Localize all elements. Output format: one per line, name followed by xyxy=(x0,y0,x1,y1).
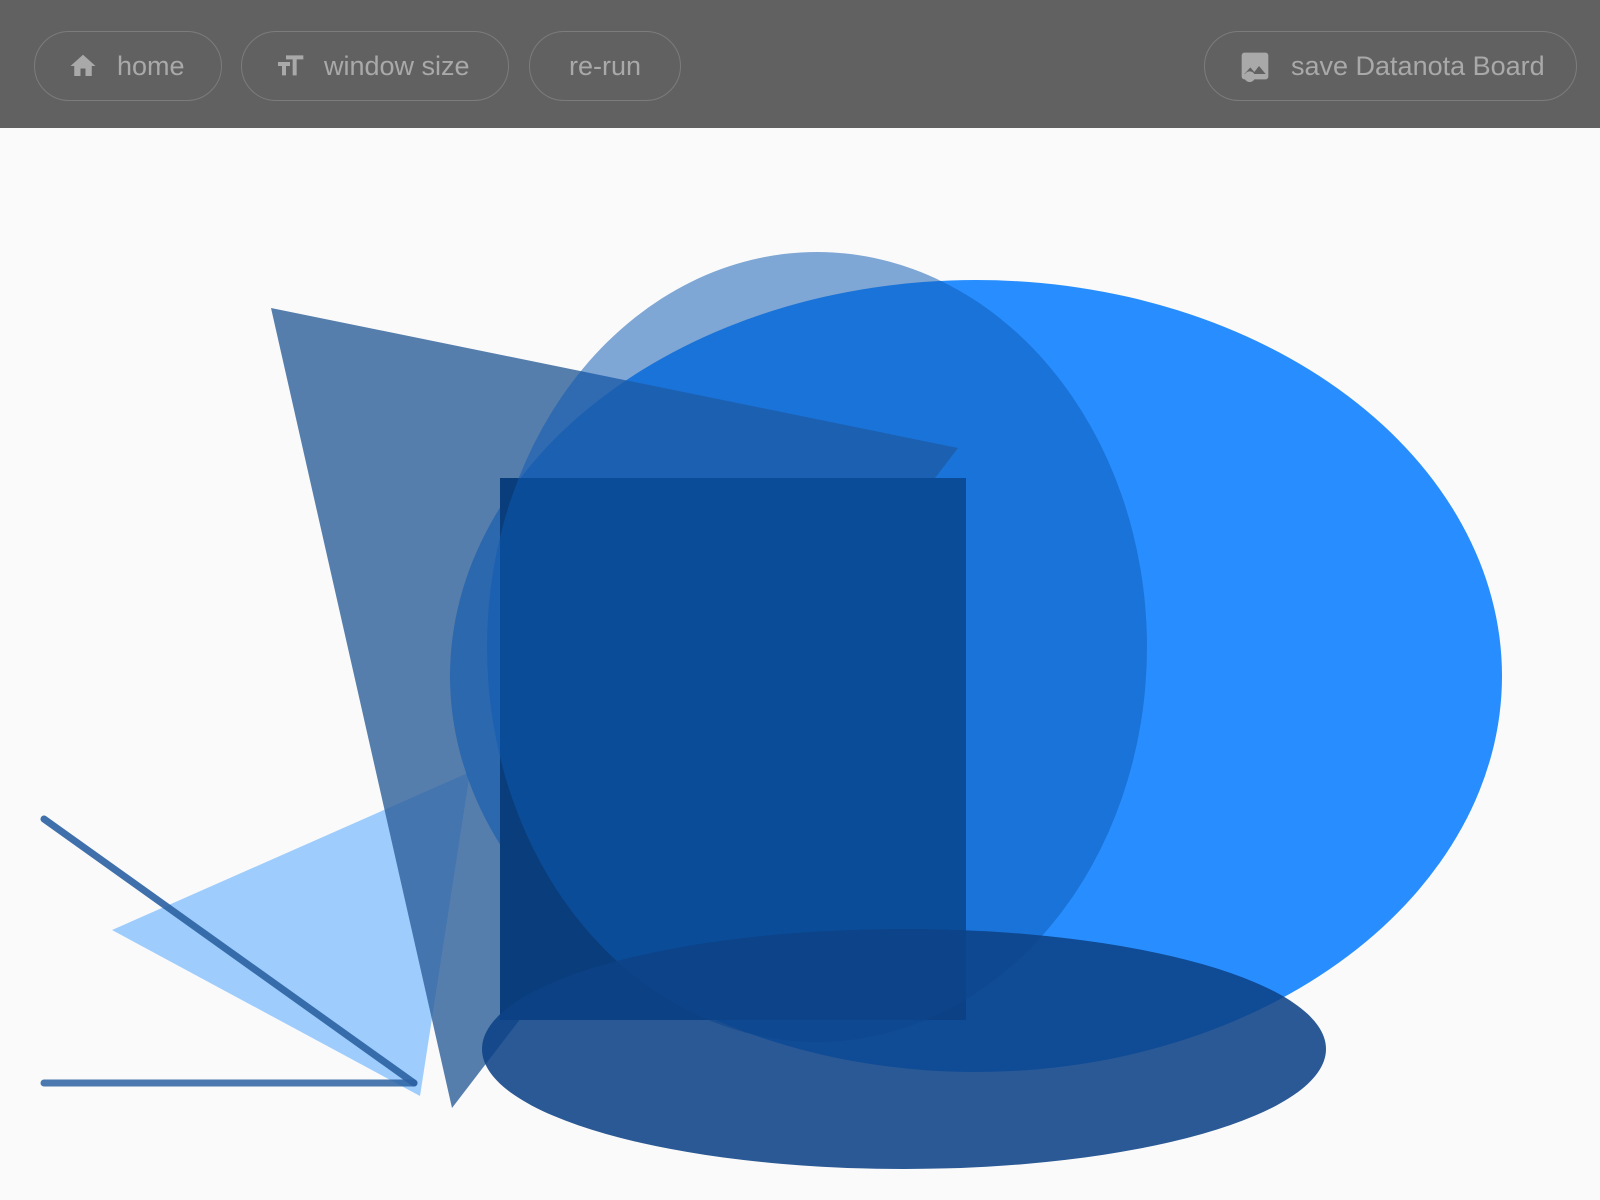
image-icon xyxy=(1239,50,1271,82)
bottom-navy-ellipse xyxy=(482,929,1326,1169)
top-toolbar: home window size re-run save Datanota Bo… xyxy=(0,0,1600,128)
drawing-canvas[interactable] xyxy=(0,128,1600,1200)
shapes-svg xyxy=(40,252,1502,1169)
save-board-button-label: save Datanota Board xyxy=(1291,50,1545,81)
rerun-button[interactable]: re-run xyxy=(529,31,681,101)
home-icon xyxy=(67,50,99,82)
save-board-button[interactable]: save Datanota Board xyxy=(1204,31,1577,101)
home-button[interactable]: home xyxy=(34,31,222,101)
window-size-button-label: window size xyxy=(324,50,470,81)
rerun-button-label: re-run xyxy=(568,50,642,81)
text-size-icon xyxy=(274,50,306,82)
vertical-ellipse xyxy=(487,252,1147,1042)
window-size-button[interactable]: window size xyxy=(241,31,509,101)
home-button-label: home xyxy=(117,50,185,81)
